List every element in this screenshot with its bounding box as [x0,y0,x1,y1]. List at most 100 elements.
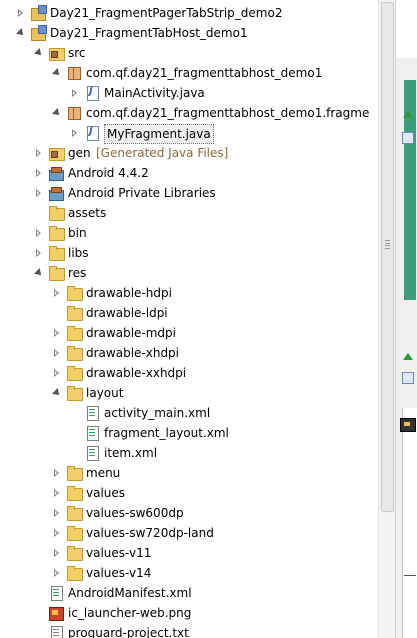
tree-item[interactable]: MyFragment.java [0,123,378,144]
collapse-arrow-icon[interactable] [34,223,44,243]
package-icon [66,65,82,81]
panel-view-icon[interactable] [400,370,414,384]
xml-file-icon [84,445,100,461]
tree-item-label: values-v14 [86,566,152,580]
tree-item[interactable]: Android Private Libraries [0,183,378,203]
tree-item[interactable]: ic_launcher-web.png [0,603,378,623]
tree-item-label: MainActivity.java [104,86,205,100]
tree-item[interactable]: values-v11 [0,543,378,563]
tree-item[interactable]: item.xml [0,443,378,463]
collapse-arrow-icon[interactable] [34,163,44,183]
console-icon[interactable] [400,418,416,432]
tree-item[interactable]: Android 4.4.2 [0,163,378,183]
xml-file-icon [84,405,100,421]
collapse-arrow-icon[interactable] [52,483,62,503]
tree-item-label: drawable-xxhdpi [86,366,187,380]
vertical-scrollbar[interactable] [378,0,395,638]
collapse-arrow-icon[interactable] [52,343,62,363]
tree-item-label: src [68,46,86,60]
tree-item[interactable]: fragment_layout.xml [0,423,378,443]
up-arrow-icon[interactable] [400,350,414,364]
tree-item[interactable]: drawable-mdpi [0,323,378,343]
tree-item[interactable]: activity_main.xml [0,403,378,423]
tree-item-label: MyFragment.java [104,124,214,144]
project-icon [30,25,47,41]
tree-item-label: values-v11 [86,546,152,560]
tree-item-label: Day21_FragmentTabHost_demo1 [50,26,248,40]
tree-item[interactable]: com.qf.day21_fragmenttabhost_demo1.fragm… [0,103,378,123]
folder-icon [48,245,65,261]
tree-item-label: com.qf.day21_fragmenttabhost_demo1.fragm… [86,106,370,120]
collapse-arrow-icon[interactable] [16,3,26,23]
tree-item-label: assets [68,206,107,220]
folder-icon [48,205,65,221]
package-icon [66,105,82,121]
tree-item-label: drawable-ldpi [86,306,168,320]
tree-item[interactable]: values [0,483,378,503]
tree-item[interactable]: res [0,263,378,283]
tree-item[interactable]: AndroidManifest.xml [0,583,378,603]
collapse-arrow-icon[interactable] [52,463,62,483]
expand-arrow-icon[interactable] [34,263,44,283]
tree-item[interactable]: libs [0,243,378,263]
up-arrow-icon[interactable] [400,108,414,122]
tree-item-label: values-sw600dp [86,506,184,520]
right-panel-blank-area [396,0,417,58]
collapse-arrow-icon[interactable] [52,503,62,523]
expand-arrow-icon[interactable] [34,43,44,63]
folder-icon [66,545,83,561]
collapse-arrow-icon[interactable] [34,143,44,163]
tree-item[interactable]: assets [0,203,378,223]
tree-item[interactable]: values-sw600dp [0,503,378,523]
panel-view-icon[interactable] [400,130,414,144]
expand-arrow-icon[interactable] [52,103,62,123]
collapse-arrow-icon[interactable] [70,83,80,103]
collapse-arrow-icon[interactable] [52,563,62,583]
tree-item[interactable]: proguard-project.txt [0,623,378,638]
tree-item[interactable]: values-v14 [0,563,378,583]
folder-icon [66,485,83,501]
tree-item-label: proguard-project.txt [68,626,189,638]
tree-item[interactable]: MainActivity.java [0,83,378,103]
expand-arrow-icon[interactable] [52,63,62,83]
tree-item[interactable]: drawable-xhdpi [0,343,378,363]
collapse-arrow-icon[interactable] [52,283,62,303]
folder-icon [66,385,83,401]
tree-item[interactable]: drawable-hdpi [0,283,378,303]
tree-item[interactable]: Day21_FragmentPagerTabStrip_demo2 [0,3,378,23]
right-panel-lower-area [402,408,417,638]
collapse-arrow-icon[interactable] [52,323,62,343]
tree-item[interactable]: layout [0,383,378,403]
tree-item-label: res [68,266,87,280]
tree-item[interactable]: gen [Generated Java Files] [0,143,378,163]
expand-arrow-icon[interactable] [52,383,62,403]
tree-item[interactable]: src [0,43,378,63]
collapse-arrow-icon[interactable] [34,183,44,203]
xml-file-icon [84,425,100,441]
collapse-arrow-icon[interactable] [52,543,62,563]
folder-icon [66,325,83,341]
tree-item[interactable]: Day21_FragmentTabHost_demo1 [0,23,378,43]
tree-item[interactable]: bin [0,223,378,243]
collapse-arrow-icon[interactable] [52,363,62,383]
tree-item-label: drawable-mdpi [86,326,176,340]
folder-icon [66,525,83,541]
png-file-icon [48,605,64,621]
collapse-arrow-icon[interactable] [52,523,62,543]
tree-item-label: drawable-hdpi [86,286,172,300]
collapse-arrow-icon[interactable] [70,123,80,143]
source-folder-icon [48,45,65,61]
scrollbar-thumb[interactable] [381,2,394,512]
collapse-arrow-icon[interactable] [34,243,44,263]
tree-item[interactable]: drawable-ldpi [0,303,378,323]
tree-item[interactable]: menu [0,463,378,483]
tree-item[interactable]: drawable-xxhdpi [0,363,378,383]
scrollbar-grip-icon [385,240,390,249]
tree-item-label: activity_main.xml [104,406,211,420]
tree-item[interactable]: values-sw720dp-land [0,523,378,543]
folder-icon [66,505,83,521]
expand-arrow-icon[interactable] [16,23,26,43]
tree-item[interactable]: com.qf.day21_fragmenttabhost_demo1 [0,63,378,83]
tree-item-label: ic_launcher-web.png [68,606,192,620]
tree-item-label: fragment_layout.xml [104,426,229,440]
